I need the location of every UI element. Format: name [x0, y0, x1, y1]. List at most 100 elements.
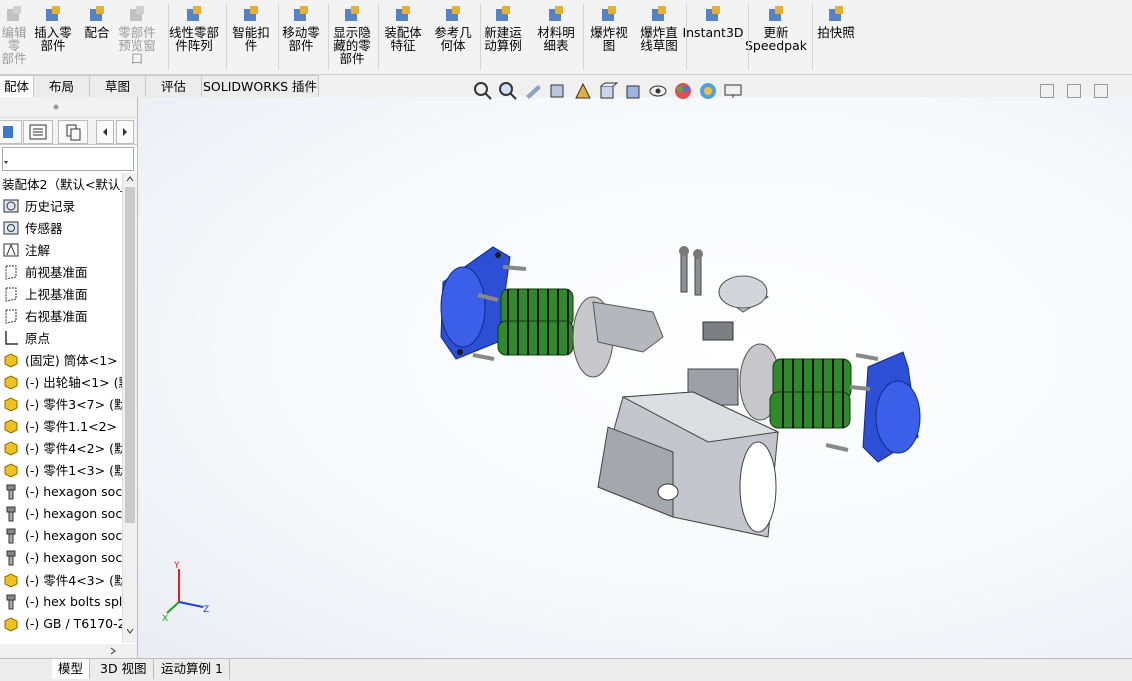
tab-feature-manager[interactable]: [0, 120, 22, 144]
tree-item[interactable]: (-) hexagon sock: [2, 547, 122, 568]
view-settings-icon[interactable]: [723, 81, 743, 101]
view-orientation-icon[interactable]: [598, 81, 618, 101]
smart-fasteners-button[interactable]: 智能扣 件: [228, 0, 274, 74]
ribbon-button-label: 智能扣 件: [232, 25, 270, 53]
tree-item[interactable]: (-) 零件1<3> (默认: [2, 459, 122, 480]
right-end-cap[interactable]: [862, 351, 921, 463]
tree-item-label: 历史记录: [25, 199, 76, 214]
tree-item[interactable]: 注解: [2, 239, 50, 260]
zoom-to-fit-icon[interactable]: [473, 81, 493, 101]
plane-icon: [5, 309, 17, 324]
update-speedpak-button[interactable]: 更新 Speedpak: [745, 0, 807, 74]
tab-motion-study[interactable]: 运动算例 1: [155, 659, 230, 679]
tab-configuration-manager[interactable]: [58, 120, 88, 144]
exploded-assembly-model[interactable]: [138, 97, 1132, 658]
graphics-viewport[interactable]: Y Z X: [138, 97, 1132, 658]
configuration-manager-icon: [66, 124, 81, 141]
tree-item[interactable]: (-) 零件4<2> (默认: [2, 437, 122, 458]
tree-item[interactable]: (-) hexagon sock: [2, 481, 122, 502]
tree-item[interactable]: 历史记录: [2, 195, 75, 216]
tree-item[interactable]: (-) 零件4<3> (默认: [2, 569, 122, 590]
restore-viewport-icon[interactable]: [1040, 84, 1054, 98]
tree-item[interactable]: (-) 零件3<7> (默认: [2, 393, 122, 414]
panel-tab-scroll-right[interactable]: [116, 120, 134, 144]
tab-3d-view[interactable]: 3D 视图: [94, 659, 154, 679]
left-brush-assembly[interactable]: [497, 288, 574, 356]
move-component-button[interactable]: 移动零 部件: [278, 0, 324, 74]
bom-button[interactable]: 材料明 细表: [533, 0, 579, 74]
maximize-viewport-icon[interactable]: [1094, 84, 1108, 98]
tile-viewport-icon[interactable]: [1067, 84, 1081, 98]
tree-item[interactable]: (-) GB / T6170-20: [2, 613, 122, 634]
tab-evaluate[interactable]: 评估: [146, 75, 202, 97]
feature-tree: 装配体2（默认<默认_ 历史记录传感器 注解 前视基准面 上视基准面 右视基准面 原点 (固…: [0, 173, 122, 643]
ribbon-button-label: 爆炸直 线草图: [640, 25, 678, 53]
previous-view-icon[interactable]: [523, 81, 543, 101]
instant3d-icon: [706, 6, 720, 21]
tab-layout[interactable]: 布局: [34, 75, 90, 97]
panel-splitter-handle[interactable]: [0, 97, 137, 118]
mate-button[interactable]: 配合: [80, 0, 114, 74]
output-shaft[interactable]: [702, 275, 769, 341]
snapshot-button[interactable]: 拍快照: [812, 0, 860, 74]
dynamic-annotation-icon[interactable]: [573, 81, 593, 101]
left-pulley-housing[interactable]: [572, 296, 664, 378]
insert-component-button[interactable]: 插入零 部件: [30, 0, 76, 74]
new-motion-study-button[interactable]: 新建运 动算例: [480, 0, 526, 74]
reference-geometry-button[interactable]: 参考几 何体: [430, 0, 476, 74]
component-preview-button[interactable]: 零部件 预览窗 口: [115, 0, 159, 74]
scroll-down-icon[interactable]: [123, 625, 137, 637]
property-manager-icon: [29, 124, 47, 140]
panel-tab-scroll-left[interactable]: [96, 120, 114, 144]
tab-model[interactable]: 模型: [52, 659, 91, 679]
section-view-icon[interactable]: [548, 81, 568, 101]
assembly-features-button[interactable]: 装配体 特征: [380, 0, 426, 74]
tree-item[interactable]: 右视基准面: [2, 305, 88, 326]
tab-solidworks-addins[interactable]: SOLIDWORKS 插件: [202, 75, 319, 97]
horizontal-scrollbar[interactable]: [0, 644, 137, 658]
instant3d-button[interactable]: Instant3D: [682, 0, 744, 74]
tree-item-label: (-) hex bolts spli: [25, 594, 122, 609]
bom-icon: [549, 6, 563, 21]
explode-line-sketch-icon: [652, 6, 666, 21]
tree-item[interactable]: 上视基准面: [2, 283, 88, 304]
display-style-icon[interactable]: [623, 81, 643, 101]
edit-appearance-icon[interactable]: [673, 81, 693, 101]
feature-manager-panel: 装配体2（默认<默认_ 历史记录传感器 注解 前视基准面 上视基准面 右视基准面 原点 (固…: [0, 97, 138, 658]
screw-icon: [6, 550, 16, 565]
ribbon-button-label: 新建运 动算例: [484, 25, 522, 53]
scroll-up-icon[interactable]: [123, 173, 137, 185]
tree-item-label: (-) 零件4<2> (默认: [25, 441, 122, 456]
show-hidden-button[interactable]: 显示隐 藏的零 部件: [328, 0, 376, 74]
tree-item[interactable]: (-) hexagon sock: [2, 525, 122, 546]
tree-item[interactable]: 前视基准面: [2, 261, 88, 282]
tree-filter-box[interactable]: [2, 147, 134, 171]
explode-line-sketch-button[interactable]: 爆炸直 线草图: [636, 0, 682, 74]
exploded-view-button[interactable]: 爆炸视 图: [586, 0, 632, 74]
right-brush-assembly[interactable]: [769, 358, 852, 429]
ribbon-button-label: 参考几 何体: [434, 25, 472, 53]
hide-show-items-icon[interactable]: [648, 81, 668, 101]
tab-assembly[interactable]: 配体: [0, 75, 34, 98]
tree-item[interactable]: 传感器: [2, 217, 63, 238]
tree-item[interactable]: (-) hexagon sock: [2, 503, 122, 524]
edit-component-button[interactable]: 编辑零 部件: [0, 0, 28, 74]
tree-item[interactable]: 原点: [2, 327, 50, 348]
tree-item[interactable]: (-) hex bolts spli: [2, 591, 122, 612]
tab-scroll-arrows[interactable]: [0, 659, 53, 679]
tree-item[interactable]: (-) 出轮轴<1> (默: [2, 371, 122, 392]
zoom-to-area-icon[interactable]: [498, 81, 518, 101]
screw-icon: [6, 484, 16, 499]
top-bolts[interactable]: [679, 246, 703, 296]
tree-scrollbar[interactable]: [122, 173, 137, 643]
plane-icon: [5, 265, 17, 280]
tree-item[interactable]: (-) 零件1.1<2> (黑: [2, 415, 122, 436]
tree-root-assembly[interactable]: 装配体2（默认<默认_: [2, 173, 122, 194]
linear-pattern-button[interactable]: 线性零部 件阵列: [165, 0, 223, 74]
scrollbar-thumb[interactable]: [125, 187, 135, 523]
apply-scene-icon[interactable]: [698, 81, 718, 101]
tree-item[interactable]: (固定) 筒体<1> (!: [2, 349, 122, 370]
tab-property-manager[interactable]: [23, 120, 53, 144]
view-triad: Y Z X: [162, 561, 209, 624]
tab-sketch[interactable]: 草图: [90, 75, 146, 97]
